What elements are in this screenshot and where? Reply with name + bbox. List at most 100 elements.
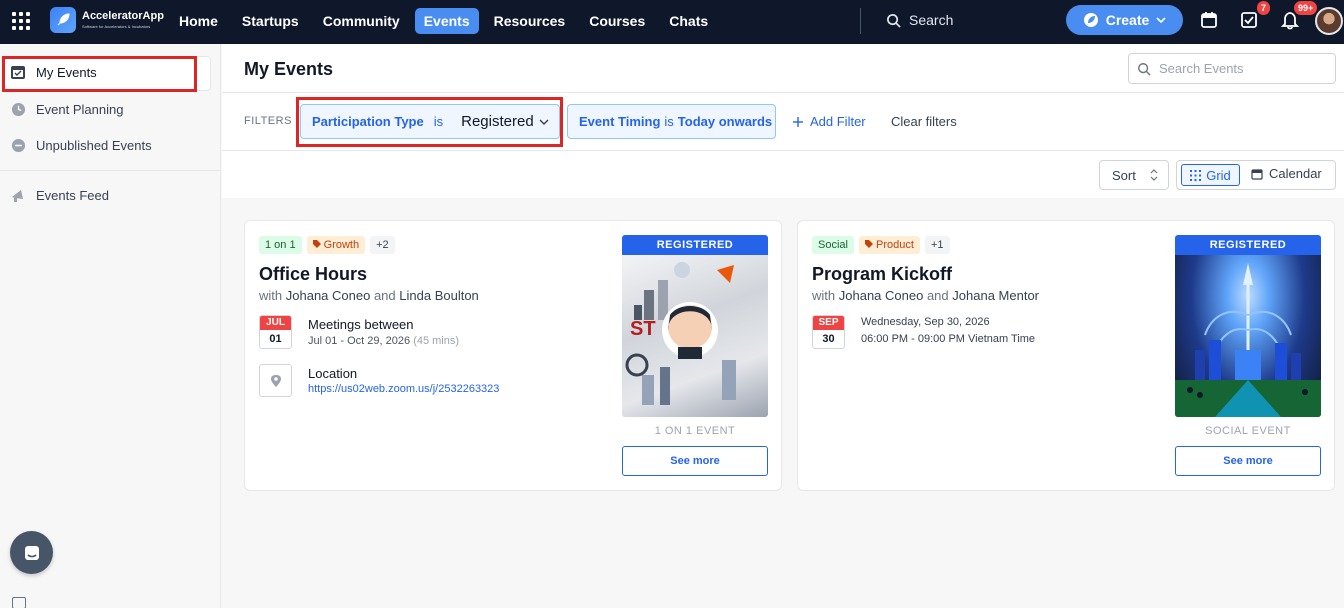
svg-text:ST: ST xyxy=(630,318,656,340)
location-title: Location xyxy=(308,366,358,381)
see-more-button[interactable]: See more xyxy=(622,446,768,476)
tag-badge: +2 xyxy=(370,236,395,254)
app-name: AcceleratorApp xyxy=(82,10,164,22)
calendar-view-button[interactable]: Calendar xyxy=(1251,166,1322,181)
search-events-placeholder: Search Events xyxy=(1159,61,1244,76)
event-timing-filter[interactable]: Event Timing is Today onwards xyxy=(567,104,776,139)
sidebar-item-unpublished-events[interactable]: Unpublished Events xyxy=(10,137,152,153)
megaphone-icon xyxy=(10,187,26,203)
minus-circle-icon xyxy=(10,137,26,153)
event-hosts: with Johana Coneo and Johana Mentor xyxy=(812,288,1039,303)
nav-courses[interactable]: Courses xyxy=(580,8,654,34)
nav-home[interactable]: Home xyxy=(170,8,227,34)
view-toggle: Grid Calendar xyxy=(1176,160,1336,190)
nav-startups[interactable]: Startups xyxy=(233,8,308,34)
date-month: JUL xyxy=(260,316,291,330)
event-type-label: 1 ON 1 EVENT xyxy=(654,425,736,437)
sidebar-item-label: Events Feed xyxy=(36,187,109,203)
hosts-and: and xyxy=(926,288,949,303)
see-more-button[interactable]: See more xyxy=(1175,446,1321,476)
chevron-down-icon xyxy=(1156,17,1166,24)
global-search[interactable]: Search xyxy=(886,12,953,28)
event-title[interactable]: Program Kickoff xyxy=(812,264,952,285)
clock-icon xyxy=(10,101,26,117)
sidebar: My Events Event Planning Unpublished Eve… xyxy=(0,44,221,608)
grid-view-button[interactable]: Grid xyxy=(1181,164,1240,186)
tasks-badge: 7 xyxy=(1257,1,1271,15)
date-range: Jul 01 - Oct 29, 2026 xyxy=(308,335,411,347)
date-badge: SEP 30 xyxy=(812,315,845,349)
clear-filters-button[interactable]: Clear filters xyxy=(891,114,957,129)
view-toolbar: Sort Grid Calendar xyxy=(222,151,1344,198)
sidebar-item-event-planning[interactable]: Event Planning xyxy=(10,101,123,117)
highlight-box xyxy=(2,56,197,92)
hosts-prefix: with xyxy=(812,288,836,303)
support-chat-button[interactable] xyxy=(10,531,53,574)
event-type-label: SOCIAL EVENT xyxy=(1205,425,1291,437)
search-events-input[interactable]: Search Events xyxy=(1128,53,1336,84)
nav-divider xyxy=(860,8,861,34)
sort-button[interactable]: Sort xyxy=(1099,160,1169,190)
program-kickoff-image xyxy=(1175,255,1321,417)
user-avatar[interactable] xyxy=(1315,7,1343,35)
office-hours-image: ST xyxy=(622,255,768,417)
filters-bar: FILTERS Participation Type is Registered… xyxy=(222,93,1344,151)
create-button[interactable]: Create xyxy=(1066,5,1183,35)
filters-label: FILTERS xyxy=(244,115,292,127)
chat-icon xyxy=(24,545,39,560)
hosts-and: and xyxy=(373,288,396,303)
registered-badge: REGISTERED xyxy=(1175,235,1321,255)
page-title: My Events xyxy=(244,59,334,79)
event-image[interactable]: REGISTERED ST xyxy=(622,235,768,417)
host-name: Johana Coneo xyxy=(838,288,924,303)
tag-icon xyxy=(864,240,873,248)
sort-label: Sort xyxy=(1112,167,1136,183)
apps-grid-icon[interactable] xyxy=(12,12,30,30)
notifications-badge: 99+ xyxy=(1294,1,1318,15)
create-label: Create xyxy=(1105,12,1150,28)
filter-operator: is xyxy=(664,114,674,129)
app-logo[interactable]: AcceleratorApp Software for Accelerators… xyxy=(50,7,164,33)
add-filter-button[interactable]: Add Filter xyxy=(792,114,866,129)
app-tagline: Software for Accelerators & Incubators xyxy=(82,24,151,29)
nav-events[interactable]: Events xyxy=(414,8,479,34)
page-header: My Events Search Events xyxy=(222,44,1344,93)
sidebar-item-label: Event Planning xyxy=(36,101,124,117)
nav-resources[interactable]: Resources xyxy=(485,8,575,34)
top-navigation-bar: AcceleratorApp Software for Accelerators… xyxy=(0,0,1344,44)
filter-value: Today onwards xyxy=(677,114,773,129)
sort-updown-icon xyxy=(1150,169,1158,181)
date-day: 30 xyxy=(822,333,835,345)
tag-badge: Product xyxy=(858,236,920,254)
rocket-icon xyxy=(1083,13,1098,27)
event-title[interactable]: Office Hours xyxy=(259,264,367,285)
tag-badge: +1 xyxy=(924,236,950,254)
tag-label: Growth xyxy=(323,239,360,251)
collapse-sidebar-icon[interactable] xyxy=(12,597,26,608)
plus-icon xyxy=(793,116,803,127)
registered-badge: REGISTERED xyxy=(622,235,768,255)
event-image[interactable]: REGISTERED xyxy=(1175,235,1321,417)
event-time: 06:00 PM - 09:00 PM Vietnam Time xyxy=(861,333,1036,345)
nav-chats[interactable]: Chats xyxy=(660,8,717,34)
duration: (45 mins) xyxy=(413,335,460,347)
event-date: Wednesday, Sep 30, 2026 xyxy=(861,316,990,328)
location-pin-icon xyxy=(259,364,292,397)
tag-badge: 1 on 1 xyxy=(259,236,302,254)
event-schedule-range: Jul 01 - Oct 29, 2026 (45 mins) xyxy=(308,335,459,347)
date-day: 01 xyxy=(269,333,282,345)
grid-icon xyxy=(1190,169,1202,181)
calendar-icon[interactable] xyxy=(1199,10,1219,30)
global-search-label: Search xyxy=(909,12,954,28)
event-card[interactable]: Social Product +1 Program Kickoff with J… xyxy=(797,220,1335,491)
nav-community[interactable]: Community xyxy=(314,8,409,34)
tag-icon xyxy=(312,240,321,248)
sidebar-item-events-feed[interactable]: Events Feed xyxy=(10,187,109,203)
tasks-icon[interactable] xyxy=(1239,10,1259,30)
calendar-label: Calendar xyxy=(1269,166,1322,181)
hosts-prefix: with xyxy=(259,288,283,303)
location-link[interactable]: https://us02web.zoom.us/j/2532263323 xyxy=(308,383,499,395)
add-filter-label: Add Filter xyxy=(810,114,866,129)
event-card[interactable]: 1 on 1 Growth +2 Office Hours with Johan… xyxy=(244,220,782,491)
calendar-icon xyxy=(1251,168,1263,180)
